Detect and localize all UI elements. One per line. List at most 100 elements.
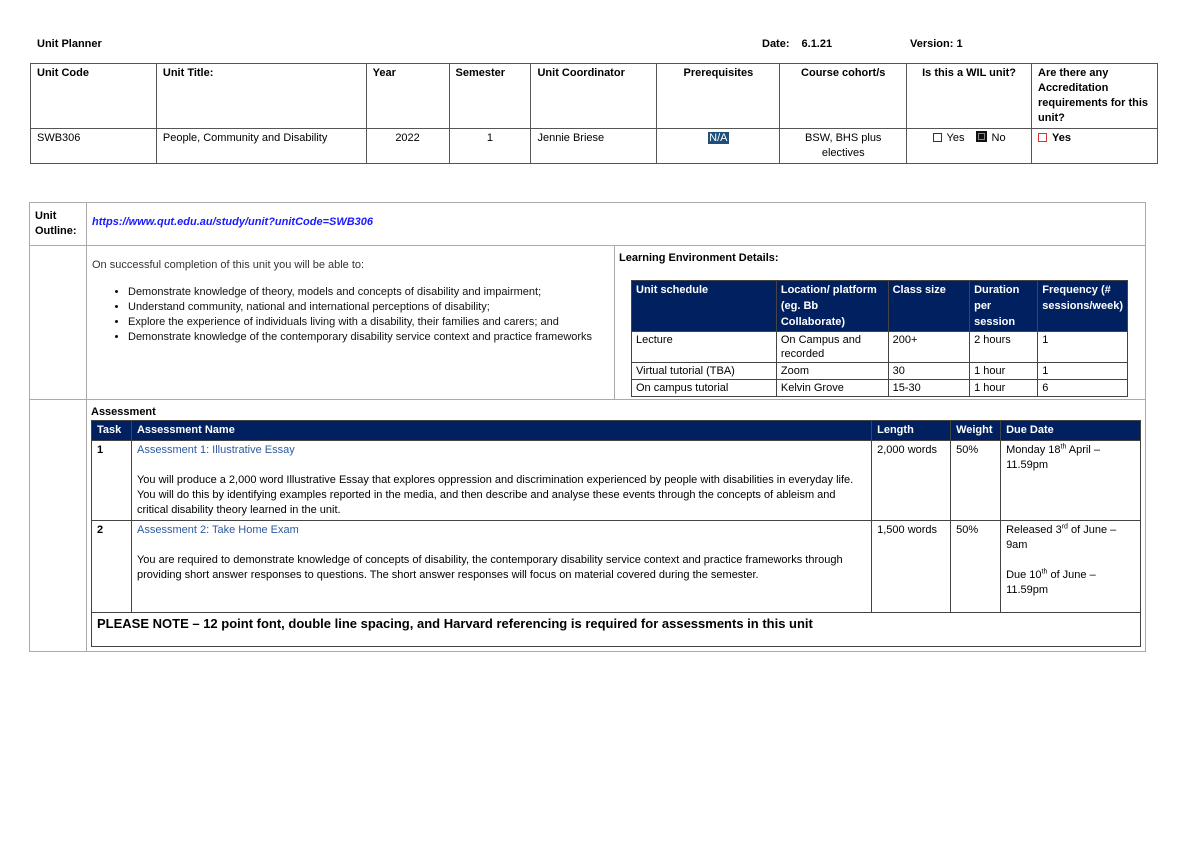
assessment-details: Assessment 2: Take Home Exam You are req…: [130, 520, 873, 613]
coordinator-value: Jennie Briese: [530, 128, 658, 164]
assessment-header: Length: [871, 420, 952, 441]
version-value: 1: [956, 38, 963, 50]
assessment-section: Assessment Task Assessment Name Length W…: [86, 399, 1146, 652]
unit-info-value-row: SWB306 People, Community and Disability …: [30, 128, 1158, 164]
accreditation-options: Yes: [1031, 128, 1158, 164]
schedule-cell: 1: [1037, 362, 1128, 380]
schedule-table: Unit schedule Location/ platform (eg. Bb…: [631, 280, 1128, 397]
version-label: Version:: [910, 38, 954, 50]
header-year: Year: [365, 63, 450, 129]
schedule-cell: On campus tutorial: [631, 379, 777, 397]
date-value: 6.1.21: [801, 38, 833, 50]
assessment-name: Assessment 1: Illustrative Essay: [136, 444, 295, 456]
assessment-header: Weight: [950, 420, 1002, 441]
prerequisites-cell: N/A: [656, 128, 781, 164]
outcome-item: Demonstrate knowledge of the contemporar…: [128, 330, 609, 345]
schedule-cell: Virtual tutorial (TBA): [631, 362, 777, 380]
assessment-header: Task: [91, 420, 132, 441]
unit-outline-table: Unit Outline: https://www.qut.edu.au/stu…: [29, 202, 1146, 652]
version-field: Version: 1: [910, 38, 963, 50]
header-unit-title: Unit Title:: [155, 63, 367, 129]
unit-outline-link[interactable]: https://www.qut.edu.au/study/unit?unitCo…: [92, 216, 373, 228]
schedule-cell: 30: [887, 362, 971, 380]
unit-info-header-row: Unit Code Unit Title: Year Semester Unit…: [30, 63, 1158, 129]
assessment-note-row: PLEASE NOTE – 12 point font, double line…: [91, 612, 1141, 647]
wil-yes-label: Yes: [946, 132, 965, 144]
unit-info-table: Unit Code Unit Title: Year Semester Unit…: [30, 63, 1158, 164]
accreditation-yes-label: Yes: [1052, 132, 1071, 144]
assessment-details: Assessment 1: Illustrative Essay You wil…: [130, 440, 873, 521]
wil-no-checkbox[interactable]: [975, 131, 987, 142]
header-prerequisites: Prerequisites: [656, 63, 781, 129]
outcomes-row: On successful completion of this unit yo…: [29, 245, 1146, 400]
outcome-item: Understand community, national and inter…: [128, 300, 609, 315]
unit-code-value: SWB306: [30, 128, 157, 164]
unit-outline-label: Unit Outline:: [29, 202, 87, 246]
assessment-due-date: Monday 18th April – 11.59pm: [1000, 440, 1141, 521]
outcomes-label-cell: [29, 245, 87, 400]
unit-title-value: People, Community and Disability: [155, 128, 367, 164]
assessment-weight: 50%: [950, 520, 1002, 613]
unit-outline-url-cell: https://www.qut.edu.au/study/unit?unitCo…: [86, 202, 1146, 246]
schedule-row: Lecture On Campus and recorded 200+ 2 ho…: [631, 331, 1128, 363]
assessment-note: PLEASE NOTE – 12 point font, double line…: [91, 612, 1141, 647]
assessment-length: 1,500 words: [871, 520, 952, 613]
assessment-row: Assessment Task Assessment Name Length W…: [29, 399, 1146, 652]
assessment-header: Due Date: [1000, 420, 1141, 441]
outcomes-list: Demonstrate knowledge of theory, models …: [92, 285, 609, 345]
assessment-description: You are required to demonstrate knowledg…: [136, 554, 843, 581]
assessment-due-date: Released 3rd of June – 9am Due 10th of J…: [1000, 520, 1141, 613]
due-text: Monday 18: [1006, 444, 1061, 456]
learning-environment: Learning Environment Details: Unit sched…: [614, 245, 1146, 400]
outcomes-intro: On successful completion of this unit yo…: [92, 259, 365, 271]
outcome-item: Explore the experience of individuals li…: [128, 315, 609, 330]
assessment-item-row: 1 Assessment 1: Illustrative Essay You w…: [91, 440, 1141, 521]
schedule-cell: 1 hour: [969, 362, 1039, 380]
wil-yes-checkbox[interactable]: [932, 133, 942, 142]
accreditation-yes-checkbox[interactable]: [1038, 133, 1047, 142]
header-semester: Semester: [448, 63, 532, 129]
schedule-cell: 6: [1037, 379, 1128, 397]
release-text: Released 3: [1006, 524, 1062, 536]
assessment-length: 2,000 words: [871, 440, 952, 521]
assessment-header: Assessment Name: [130, 420, 873, 441]
schedule-cell: Lecture: [631, 331, 777, 363]
date-field: Date: 6.1.21: [762, 38, 832, 50]
assessment-table: Task Assessment Name Length Weight Due D…: [91, 420, 1141, 647]
learning-outcomes: On successful completion of this unit yo…: [86, 245, 615, 400]
assessment-title: Assessment: [91, 406, 156, 418]
document-title: Unit Planner: [37, 38, 102, 50]
header-coordinator: Unit Coordinator: [530, 63, 658, 129]
header-unit-code: Unit Code: [30, 63, 157, 129]
date-label: Date:: [762, 38, 790, 50]
schedule-cell: 1: [1037, 331, 1128, 363]
assessment-label-cell: [29, 399, 87, 652]
schedule-header: Class size: [887, 280, 971, 332]
due-text: Due 10: [1006, 569, 1042, 581]
schedule-cell: 15-30: [887, 379, 971, 397]
outline-url-row: Unit Outline: https://www.qut.edu.au/stu…: [29, 202, 1146, 246]
outcome-item: Demonstrate knowledge of theory, models …: [128, 285, 609, 300]
schedule-row: On campus tutorial Kelvin Grove 15-30 1 …: [631, 379, 1128, 397]
due-date: Due 10th of June – 11.59pm: [1006, 568, 1135, 598]
header-accreditation: Are there any Accreditation requirements…: [1031, 63, 1158, 129]
schedule-cell: 1 hour: [969, 379, 1039, 397]
wil-options: Yes No: [906, 128, 1032, 164]
learning-environment-title: Learning Environment Details:: [619, 252, 779, 264]
schedule-cell: 200+: [887, 331, 971, 363]
year-value: 2022: [365, 128, 450, 164]
cohorts-value: BSW, BHS plus electives: [779, 128, 908, 164]
schedule-header: Location/ platform (eg. Bb Collaborate): [775, 280, 889, 332]
schedule-header: Duration per session: [969, 280, 1039, 332]
release-date: Released 3rd of June – 9am: [1006, 523, 1135, 553]
assessment-header-row: Task Assessment Name Length Weight Due D…: [91, 420, 1141, 441]
prerequisites-value: N/A: [708, 132, 729, 144]
schedule-cell: Kelvin Grove: [775, 379, 889, 397]
schedule-cell: 2 hours: [969, 331, 1039, 363]
assessment-item-row: 2 Assessment 2: Take Home Exam You are r…: [91, 520, 1141, 613]
header-cohorts: Course cohort/s: [779, 63, 908, 129]
assessment-weight: 50%: [950, 440, 1002, 521]
header-wil: Is this a WIL unit?: [906, 63, 1032, 129]
task-number: 2: [91, 520, 132, 613]
schedule-header: Frequency (# sessions/week): [1037, 280, 1128, 332]
